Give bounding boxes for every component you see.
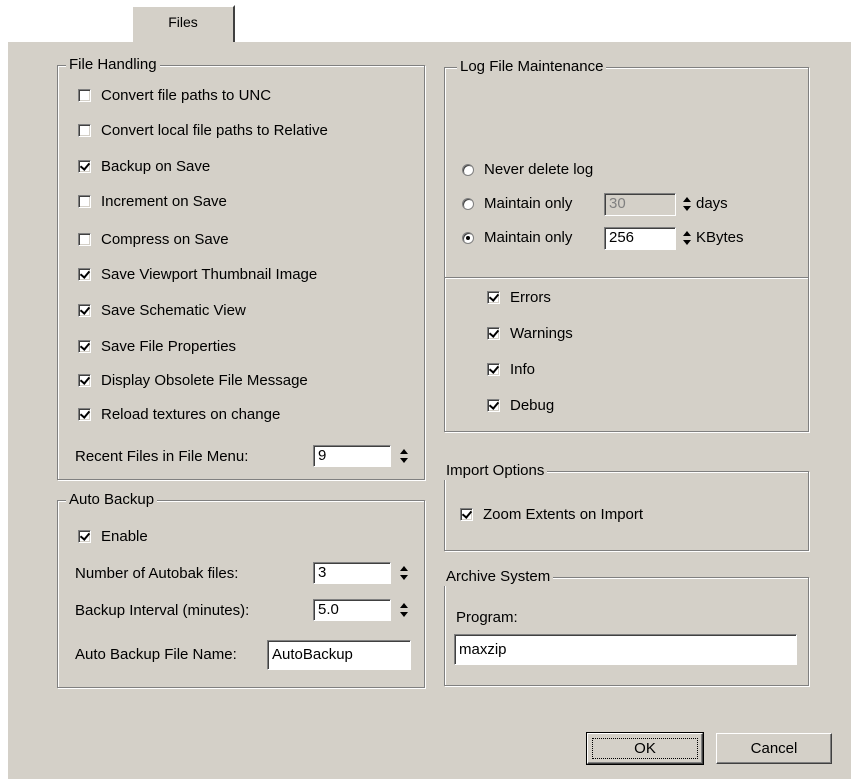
file-option-row[interactable]: Save Schematic View	[78, 302, 246, 319]
file-option-checkbox[interactable]	[78, 195, 91, 208]
recent-files-field[interactable]: 9	[313, 445, 391, 467]
spinner-up-icon[interactable]	[400, 603, 408, 608]
file-option-checkbox[interactable]	[78, 233, 91, 246]
file-option-checkbox[interactable]	[78, 124, 91, 137]
file-option-label: Save Viewport Thumbnail Image	[101, 266, 318, 283]
log-file-title: Log File Maintenance	[457, 58, 607, 76]
never-delete-label: Never delete log	[484, 161, 594, 178]
file-option-label: Backup on Save	[101, 158, 211, 175]
backup-interval-field[interactable]: 5.0	[313, 599, 391, 621]
file-option-label: Increment on Save	[101, 193, 227, 210]
zoom-extents-checkbox[interactable]	[460, 508, 473, 521]
never-delete-radio[interactable]	[462, 163, 474, 176]
file-option-row[interactable]: Save Viewport Thumbnail Image	[78, 266, 317, 283]
maintain-days-label: Maintain only	[484, 195, 573, 212]
file-option-row[interactable]: Convert file paths to UNC	[78, 87, 271, 104]
log-level-checkbox[interactable]	[487, 399, 500, 412]
spinner-up-icon[interactable]	[683, 197, 691, 202]
file-option-row[interactable]: Reload textures on change	[78, 406, 280, 423]
archive-system-group: Archive System	[443, 568, 809, 686]
spinner-down-icon[interactable]	[683, 240, 691, 245]
program-field[interactable]: maxzip	[454, 634, 797, 665]
file-option-checkbox[interactable]	[78, 340, 91, 353]
log-level-checkbox[interactable]	[487, 291, 500, 304]
maintain-kb-radio[interactable]	[462, 231, 474, 244]
log-level-errors-row[interactable]: Errors	[487, 289, 551, 306]
tab-files-label: Files	[168, 14, 198, 30]
maintain-days-field[interactable]: 30	[604, 193, 676, 216]
file-option-label: Save File Properties	[101, 338, 237, 355]
spinner-down-icon[interactable]	[400, 458, 408, 463]
file-option-row[interactable]: Convert local file paths to Relative	[78, 122, 328, 139]
log-level-warnings-row[interactable]: Warnings	[487, 325, 573, 342]
file-option-row[interactable]: Display Obsolete File Message	[78, 372, 308, 389]
file-option-checkbox[interactable]	[78, 160, 91, 173]
log-level-label: Errors	[510, 289, 551, 306]
days-unit: days	[696, 195, 728, 212]
cancel-button[interactable]: Cancel	[716, 733, 832, 764]
file-option-label: Convert local file paths to Relative	[101, 122, 328, 139]
zoom-extents-label: Zoom Extents on Import	[483, 506, 644, 523]
recent-files-label: Recent Files in File Menu:	[75, 448, 249, 465]
file-option-label: Save Schematic View	[101, 302, 246, 319]
log-level-info-row[interactable]: Info	[487, 361, 535, 378]
backup-interval-spinner[interactable]	[397, 601, 411, 621]
file-option-row[interactable]: Compress on Save	[78, 231, 229, 248]
never-delete-radio-row[interactable]: Never delete log	[462, 161, 593, 178]
auto-backup-title: Auto Backup	[66, 491, 158, 509]
file-option-label: Compress on Save	[101, 231, 229, 248]
file-handling-title: File Handling	[66, 56, 160, 74]
file-option-row[interactable]: Save File Properties	[78, 338, 236, 355]
log-level-label: Info	[510, 361, 536, 378]
recent-files-spinner[interactable]	[397, 447, 411, 467]
spinner-down-icon[interactable]	[683, 206, 691, 211]
maintain-kb-label: Maintain only	[484, 229, 573, 246]
spinner-up-icon[interactable]	[683, 231, 691, 236]
file-option-checkbox[interactable]	[78, 304, 91, 317]
maintain-kb-spinner[interactable]	[680, 229, 694, 249]
log-level-label: Warnings	[510, 325, 573, 342]
file-option-row[interactable]: Backup on Save	[78, 158, 210, 175]
file-option-checkbox[interactable]	[78, 408, 91, 421]
backup-filename-label: Auto Backup File Name:	[75, 646, 237, 663]
num-autobak-field[interactable]: 3	[313, 562, 391, 584]
log-level-checkbox[interactable]	[487, 327, 500, 340]
archive-system-title: Archive System	[443, 568, 554, 586]
file-option-label: Convert file paths to UNC	[101, 87, 272, 104]
import-options-title: Import Options	[443, 462, 548, 480]
log-file-divider	[445, 277, 808, 279]
num-autobak-spinner[interactable]	[397, 564, 411, 584]
file-option-row[interactable]: Increment on Save	[78, 193, 227, 210]
file-option-checkbox[interactable]	[78, 374, 91, 387]
enable-label: Enable	[101, 528, 148, 545]
file-option-label: Display Obsolete File Message	[101, 372, 308, 389]
kbytes-unit: KBytes	[696, 229, 744, 246]
spinner-up-icon[interactable]	[400, 566, 408, 571]
log-level-checkbox[interactable]	[487, 363, 500, 376]
tab-files[interactable]: Files	[131, 5, 235, 42]
enable-checkbox[interactable]	[78, 530, 91, 543]
spinner-up-icon[interactable]	[400, 449, 408, 454]
log-level-debug-row[interactable]: Debug	[487, 397, 554, 414]
backup-filename-field[interactable]: AutoBackup	[267, 640, 411, 670]
program-label: Program:	[456, 609, 518, 626]
maintain-kb-field[interactable]: 256	[604, 227, 676, 250]
spinner-down-icon[interactable]	[400, 612, 408, 617]
spinner-down-icon[interactable]	[400, 575, 408, 580]
maintain-days-radio[interactable]	[462, 197, 474, 210]
maintain-days-spinner[interactable]	[680, 195, 694, 215]
enable-checkbox-row[interactable]: Enable	[78, 528, 148, 545]
log-level-label: Debug	[510, 397, 555, 414]
num-autobak-label: Number of Autobak files:	[75, 565, 239, 582]
file-option-checkbox[interactable]	[78, 89, 91, 102]
file-option-label: Reload textures on change	[101, 406, 281, 423]
zoom-extents-checkbox-row[interactable]: Zoom Extents on Import	[460, 506, 643, 523]
maintain-kb-radio-row[interactable]: Maintain only	[462, 229, 572, 246]
ok-button[interactable]: OK	[586, 732, 704, 765]
maintain-days-radio-row[interactable]: Maintain only	[462, 195, 572, 212]
backup-interval-label: Backup Interval (minutes):	[75, 602, 250, 619]
file-option-checkbox[interactable]	[78, 268, 91, 281]
